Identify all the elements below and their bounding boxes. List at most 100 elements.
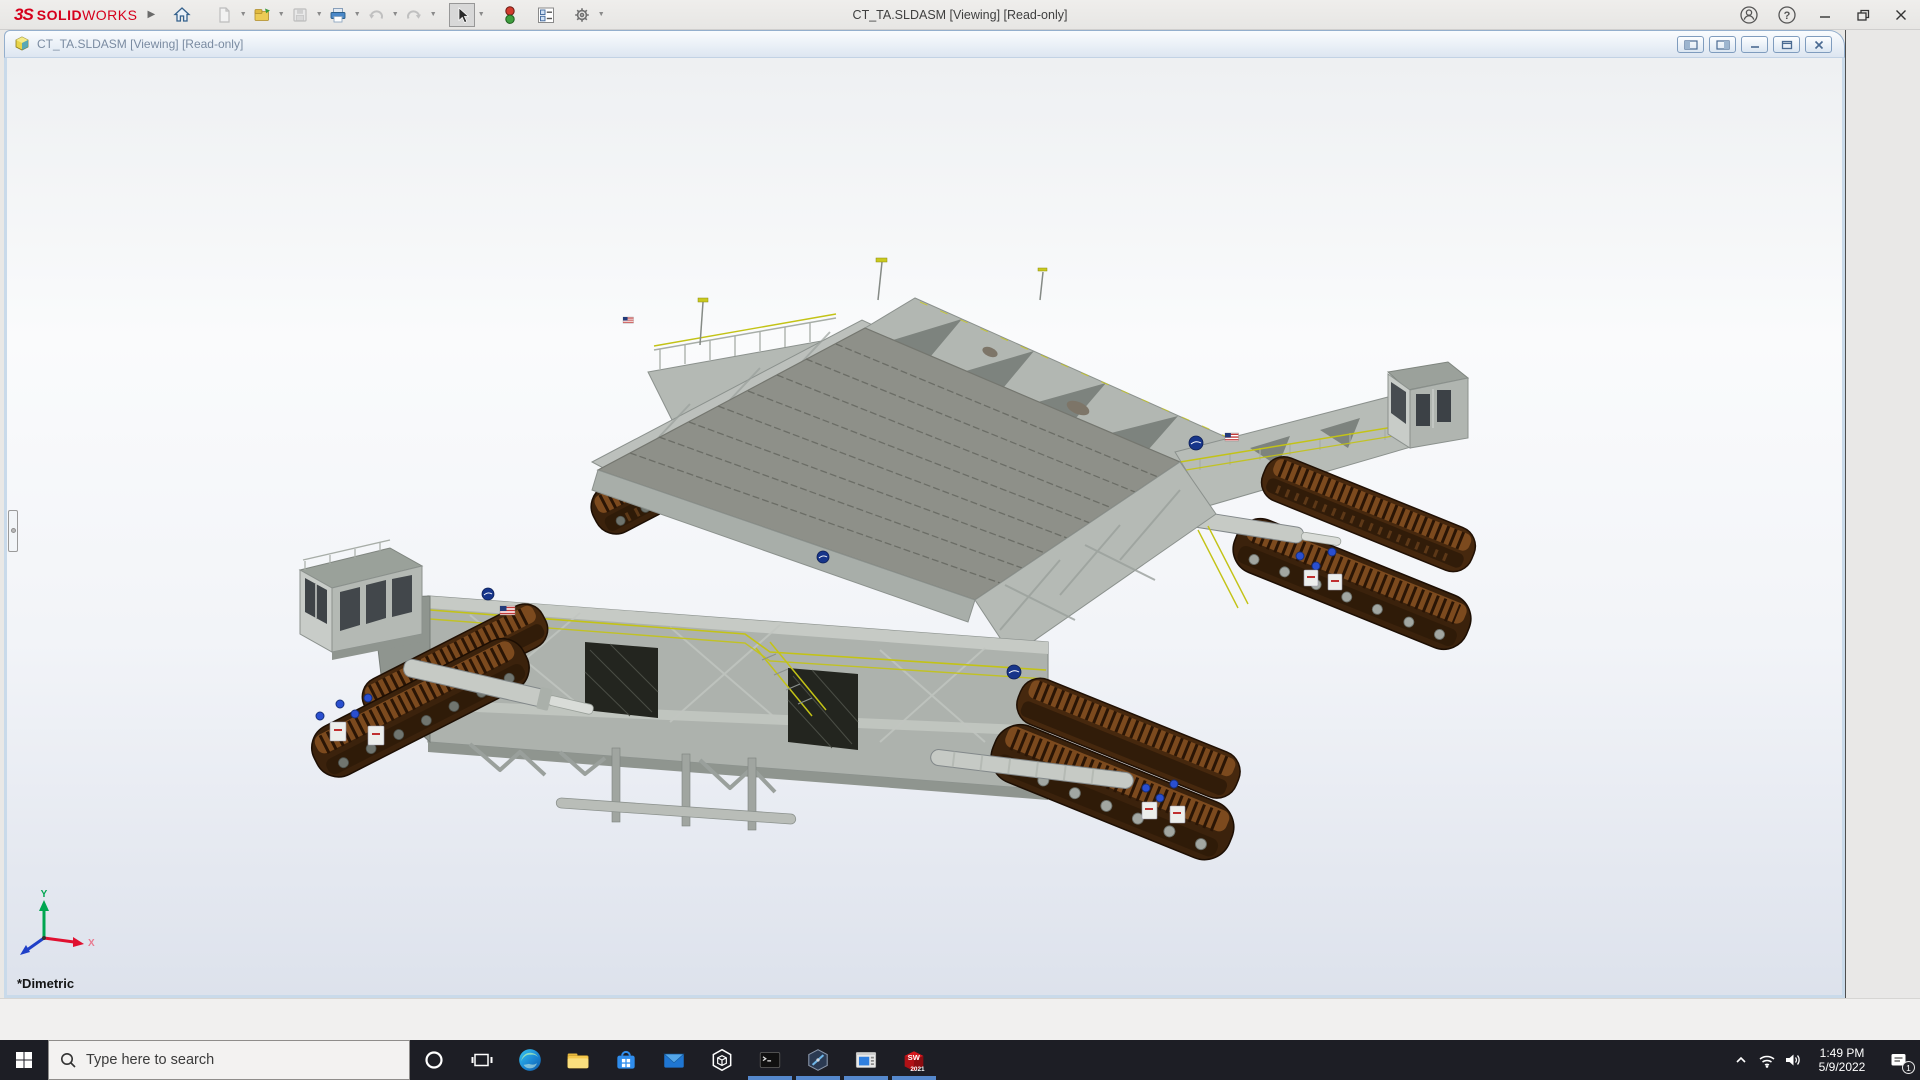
collapse-left-panel-button[interactable] — [1677, 36, 1704, 53]
menu-flyout-arrow[interactable]: ▶ — [147, 9, 155, 20]
properties-button[interactable] — [533, 3, 559, 27]
taskbar-search[interactable] — [48, 1040, 410, 1080]
print-dropdown[interactable]: ▼ — [351, 3, 363, 27]
store-icon — [617, 1050, 635, 1069]
taskbar-item-remote-window[interactable] — [842, 1040, 890, 1080]
new-document-icon — [219, 6, 230, 23]
traffic-light-icon — [505, 5, 515, 24]
redo-dropdown[interactable]: ▼ — [427, 3, 439, 27]
restore-button[interactable] — [1844, 0, 1882, 30]
document-close-icon — [1814, 40, 1823, 49]
taskbar-item-file-explorer[interactable] — [554, 1040, 602, 1080]
select-tool-button[interactable] — [449, 2, 476, 27]
minimize-icon — [1820, 16, 1830, 18]
file-explorer-icon — [567, 1053, 589, 1069]
windows-taskbar: SW 2021 1:49 PM 5/9/2022 — [0, 1040, 1920, 1080]
taskbar-item-edge[interactable] — [506, 1040, 554, 1080]
speaker-icon — [1786, 1054, 1800, 1066]
new-document-dropdown[interactable]: ▼ — [237, 3, 249, 27]
cortana-button[interactable] — [410, 1040, 458, 1080]
notification-badge: 1 — [1902, 1061, 1915, 1074]
volume-button[interactable] — [1780, 1040, 1806, 1080]
options-dropdown[interactable]: ▼ — [595, 3, 607, 27]
action-center-button[interactable]: 1 — [1878, 1040, 1920, 1080]
network-button[interactable] — [1754, 1040, 1780, 1080]
save-dropdown[interactable]: ▼ — [313, 3, 325, 27]
select-cursor-icon — [458, 6, 470, 23]
running-indicator — [748, 1076, 792, 1080]
assembly-icon — [15, 36, 29, 51]
restore-icon — [1857, 9, 1870, 21]
triad-x-label: X — [88, 938, 95, 949]
task-view-button[interactable] — [458, 1040, 506, 1080]
close-button[interactable] — [1882, 0, 1920, 30]
running-indicator — [844, 1076, 888, 1080]
document-close-button[interactable] — [1805, 36, 1832, 53]
taskbar-item-hexagon-viewer[interactable] — [794, 1040, 842, 1080]
select-tool-dropdown[interactable]: ▼ — [475, 3, 487, 27]
document-restore-icon — [1781, 40, 1792, 49]
minimize-button[interactable] — [1806, 0, 1844, 30]
collapse-right-panel-button[interactable] — [1709, 36, 1736, 53]
gear-icon — [575, 7, 589, 22]
solidworks-logo: 3S SOLID WORKS — [14, 4, 138, 24]
mail-icon — [663, 1053, 685, 1068]
taskbar-item-solidworks-2021[interactable]: SW 2021 — [890, 1040, 938, 1080]
help-button[interactable]: ? — [1768, 0, 1806, 30]
redo-icon — [407, 9, 422, 19]
3d-viewer-icon — [712, 1048, 732, 1072]
triad-y-label: Y — [41, 889, 48, 900]
account-icon — [1740, 6, 1758, 24]
hexagon-viewer-icon — [808, 1049, 828, 1071]
document-titlebar[interactable]: CT_TA.SLDASM [Viewing] [Read-only] — [4, 30, 1845, 58]
document-minimize-icon — [1750, 45, 1759, 48]
cortana-icon — [425, 1051, 443, 1069]
task-view-icon — [471, 1053, 493, 1067]
document-restore-button[interactable] — [1773, 36, 1800, 53]
taskbar-clock[interactable]: 1:49 PM 5/9/2022 — [1806, 1046, 1878, 1075]
search-input[interactable] — [86, 1052, 366, 1068]
system-tray: 1:49 PM 5/9/2022 1 — [1728, 1040, 1920, 1080]
taskbar-item-mail[interactable] — [650, 1040, 698, 1080]
new-document-button[interactable] — [211, 3, 237, 27]
account-button[interactable] — [1730, 0, 1768, 30]
home-icon — [173, 6, 191, 22]
running-indicator — [892, 1076, 936, 1080]
collapse-right-icon — [1715, 39, 1730, 50]
task-pane-collapsed[interactable] — [1845, 30, 1920, 998]
command-prompt-icon — [759, 1051, 781, 1069]
undo-dropdown[interactable]: ▼ — [389, 3, 401, 27]
start-button[interactable] — [0, 1040, 48, 1080]
remote-window-icon — [855, 1052, 877, 1068]
clock-date: 5/9/2022 — [1818, 1060, 1866, 1074]
open-dropdown[interactable]: ▼ — [275, 3, 287, 27]
document-minimize-button[interactable] — [1741, 36, 1768, 53]
graphics-viewport[interactable]: Y X *Dimetric — [4, 58, 1845, 998]
status-bar — [0, 998, 1920, 1040]
view-indicator-button[interactable] — [497, 3, 523, 27]
help-icon: ? — [1778, 6, 1796, 24]
taskbar-item-command-prompt[interactable] — [746, 1040, 794, 1080]
print-button[interactable] — [325, 3, 351, 27]
rear-right-cab — [1386, 361, 1470, 449]
save-button[interactable] — [287, 3, 313, 27]
running-indicator — [796, 1076, 840, 1080]
svg-text:?: ? — [1784, 10, 1791, 22]
edge-icon — [519, 1049, 541, 1071]
save-icon — [293, 7, 307, 22]
undo-button[interactable] — [363, 3, 389, 27]
taskbar-item-store[interactable] — [602, 1040, 650, 1080]
open-button[interactable] — [249, 3, 275, 27]
show-hidden-icons-button[interactable] — [1728, 1040, 1754, 1080]
solidworks-2021-icon: SW 2021 — [904, 1051, 925, 1073]
crawler-transporter-model[interactable]: Y X — [7, 58, 1842, 995]
document-title: CT_TA.SLDASM [Viewing] [Read-only] — [37, 37, 244, 51]
home-button[interactable] — [169, 3, 195, 27]
front-left-cab — [298, 539, 424, 660]
search-icon — [61, 1053, 76, 1068]
taskbar-item-3d-viewer[interactable] — [698, 1040, 746, 1080]
redo-button[interactable] — [401, 3, 427, 27]
dassault-mark: 3S — [14, 4, 34, 24]
options-button[interactable] — [569, 3, 595, 27]
orientation-triad: Y X — [20, 889, 95, 955]
